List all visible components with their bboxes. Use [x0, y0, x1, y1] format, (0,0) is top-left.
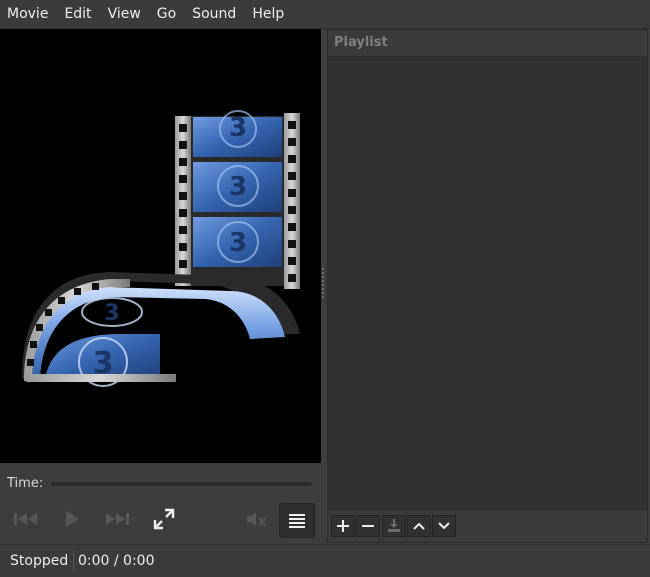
playlist-panel: Playlist [327, 29, 648, 543]
svg-text:3: 3 [229, 113, 247, 143]
playback-state: Stopped [10, 553, 69, 569]
add-icon [337, 520, 349, 532]
playlist-toggle-button[interactable] [279, 503, 315, 538]
svg-text:3: 3 [229, 172, 247, 202]
menu-view[interactable]: View [100, 0, 149, 28]
fullscreen-icon[interactable] [151, 507, 177, 531]
move-down-button[interactable] [432, 515, 456, 537]
save-playlist-button[interactable] [382, 515, 406, 537]
volume-muted-icon[interactable] [244, 509, 268, 529]
skip-previous-icon[interactable] [12, 509, 40, 529]
seek-row: Time: [0, 470, 321, 496]
video-area[interactable]: 3 3 3 3 3 [0, 29, 321, 463]
playback-time: 0:00 / 0:00 [78, 553, 155, 569]
list-icon [289, 513, 305, 528]
menu-movie[interactable]: Movie [0, 0, 56, 28]
move-down-icon [438, 522, 450, 530]
playlist-toolbar [328, 509, 647, 542]
move-up-icon [413, 522, 425, 530]
menu-edit[interactable]: Edit [56, 0, 99, 28]
move-up-button[interactable] [407, 515, 431, 537]
time-label: Time: [7, 475, 44, 491]
remove-icon [362, 525, 374, 527]
save-icon [388, 519, 400, 532]
menu-sound[interactable]: Sound [184, 0, 244, 28]
svg-text:3: 3 [229, 228, 247, 258]
seek-slider[interactable] [51, 482, 312, 486]
film-reel-3d-icon: 3 3 3 3 3 [22, 110, 300, 387]
add-button[interactable] [331, 515, 355, 537]
transport-controls [0, 500, 321, 538]
skip-next-icon[interactable] [103, 509, 131, 529]
playlist-list[interactable] [328, 57, 647, 510]
status-divider [73, 551, 74, 571]
menu-go[interactable]: Go [149, 0, 184, 28]
playlist-title: Playlist [328, 30, 647, 57]
svg-text:3: 3 [104, 301, 119, 326]
pane-resize-handle[interactable] [322, 268, 324, 298]
statusbar: Stopped 0:00 / 0:00 [0, 544, 650, 577]
menu-help[interactable]: Help [244, 0, 292, 28]
play-icon[interactable] [62, 509, 82, 529]
menubar: Movie Edit View Go Sound Help [0, 0, 650, 29]
remove-button[interactable] [356, 515, 380, 537]
